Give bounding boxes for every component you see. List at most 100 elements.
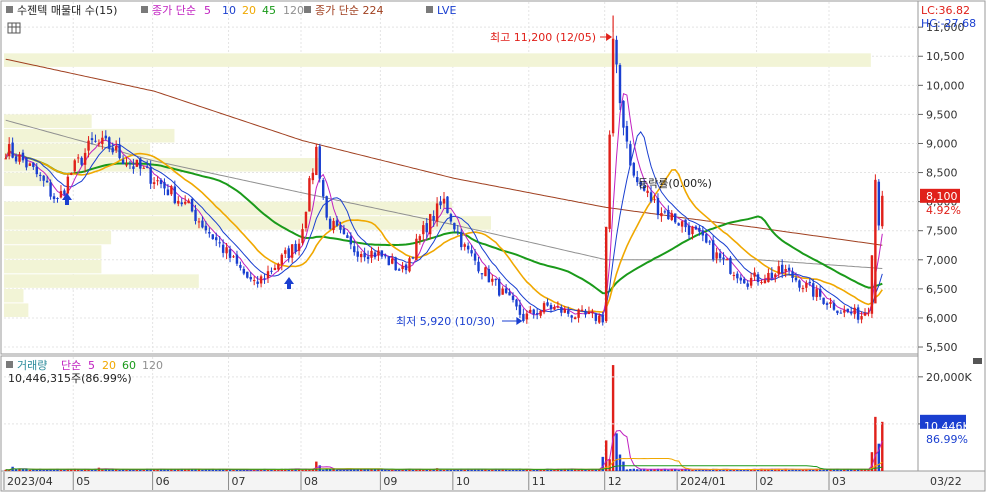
- candle-body: [535, 313, 539, 315]
- candle-body: [101, 137, 104, 145]
- legend-ma224[interactable]: 종가 단순 224: [315, 4, 383, 17]
- candle-body: [756, 274, 760, 282]
- candle-body: [14, 156, 18, 162]
- legend-indicator[interactable]: 수젠텍 매물대 수(15): [17, 4, 117, 17]
- price-tick-label: 6,000: [926, 312, 958, 325]
- candle-body: [208, 231, 211, 234]
- volume-profile-bar: [4, 303, 29, 317]
- candle-body: [104, 135, 108, 139]
- candle-body: [529, 309, 532, 313]
- candle-body: [853, 307, 856, 315]
- low-label: 최저 5,920 (10/30): [396, 315, 495, 328]
- candle-body: [660, 212, 663, 217]
- volume-bar: [318, 465, 321, 471]
- legend-ma45: 45: [262, 4, 276, 17]
- candle-body: [401, 265, 404, 270]
- candle-body: [49, 182, 52, 197]
- candle-body: [822, 297, 825, 304]
- candle-body: [435, 203, 439, 222]
- candle-body: [798, 280, 801, 288]
- candle-body: [480, 273, 484, 275]
- volume-bar: [677, 469, 680, 471]
- candle-body: [653, 199, 656, 201]
- volume-legend-title[interactable]: 거래량: [17, 359, 47, 372]
- volume-bar: [508, 469, 511, 471]
- candle-body: [466, 245, 470, 250]
- candle-body: [674, 213, 677, 223]
- candle-body: [63, 190, 66, 195]
- candle-body: [346, 235, 349, 238]
- volume-legend-ma-label: 단순: [61, 359, 81, 372]
- candle-body: [836, 310, 839, 314]
- candle-body: [280, 254, 284, 265]
- candle-body: [487, 268, 491, 283]
- volume-legend-ma120: 120: [142, 359, 163, 372]
- legend-square-icon: [304, 6, 311, 13]
- volume-bar: [270, 469, 273, 471]
- candle-body: [415, 238, 418, 261]
- candle-body: [580, 309, 584, 311]
- volume-bar: [239, 469, 242, 471]
- candle-body: [66, 176, 70, 194]
- candle-body: [477, 261, 480, 272]
- legend-square-icon: [6, 6, 13, 13]
- date-tick-label: 03/22: [930, 475, 962, 488]
- candle-body: [801, 287, 805, 289]
- candle-body: [411, 257, 415, 259]
- candle-body: [377, 250, 380, 256]
- candle-body: [339, 225, 342, 230]
- date-tick-label: 07: [232, 475, 246, 488]
- candle-body: [570, 315, 573, 318]
- volume-profile-bar: [4, 230, 112, 245]
- candle-body: [359, 254, 363, 258]
- price-tick-label: 6,500: [926, 283, 958, 296]
- candle-body: [553, 306, 556, 310]
- candle-body: [394, 257, 397, 271]
- volume-bar: [787, 469, 791, 471]
- date-tick-label: 08: [304, 475, 318, 488]
- candle-body: [877, 181, 881, 226]
- rate-label: 등락률(0.00%): [638, 177, 712, 190]
- date-tick-label: 12: [608, 475, 622, 488]
- volume-bar: [322, 469, 325, 471]
- volume-bar: [28, 469, 32, 471]
- candle-body: [708, 241, 711, 243]
- candle-body: [197, 221, 201, 223]
- volume-bar: [487, 470, 491, 472]
- table-icon[interactable]: [7, 22, 21, 34]
- volume-bar: [604, 440, 608, 471]
- panel-handle-icon[interactable]: [973, 358, 982, 364]
- volume-bar: [729, 469, 732, 471]
- volume-legend-ma20: 20: [102, 359, 116, 372]
- candle-body: [484, 267, 487, 277]
- volume-bar: [632, 468, 636, 471]
- volume-bar: [667, 469, 670, 471]
- legend-ma-label[interactable]: 종가 단순: [152, 4, 196, 17]
- candle-body: [794, 277, 798, 281]
- candle-body: [687, 225, 691, 235]
- candle-body: [315, 146, 318, 176]
- volume-bar: [611, 365, 615, 471]
- candle-body: [867, 312, 870, 314]
- candle-body: [21, 152, 25, 161]
- legend-lve[interactable]: LVE: [437, 4, 456, 17]
- candle-body: [722, 257, 725, 260]
- candle-body: [839, 312, 843, 314]
- candle-body: [725, 259, 729, 261]
- volume-bar: [59, 469, 63, 471]
- candle-body: [277, 263, 280, 270]
- candle-body: [70, 173, 73, 175]
- candle-body: [252, 280, 256, 282]
- volume-profile-bar: [4, 114, 92, 128]
- candle-body: [501, 288, 504, 295]
- candle-body: [498, 278, 501, 296]
- price-tick-label: 9,500: [926, 108, 958, 121]
- candle-body: [711, 240, 715, 260]
- candle-body: [787, 267, 791, 271]
- candle-body: [311, 172, 315, 181]
- candle-body: [656, 198, 660, 216]
- volume-bar: [463, 469, 466, 471]
- candle-body: [584, 310, 587, 315]
- candle-body: [763, 280, 767, 284]
- candle-body: [11, 142, 14, 158]
